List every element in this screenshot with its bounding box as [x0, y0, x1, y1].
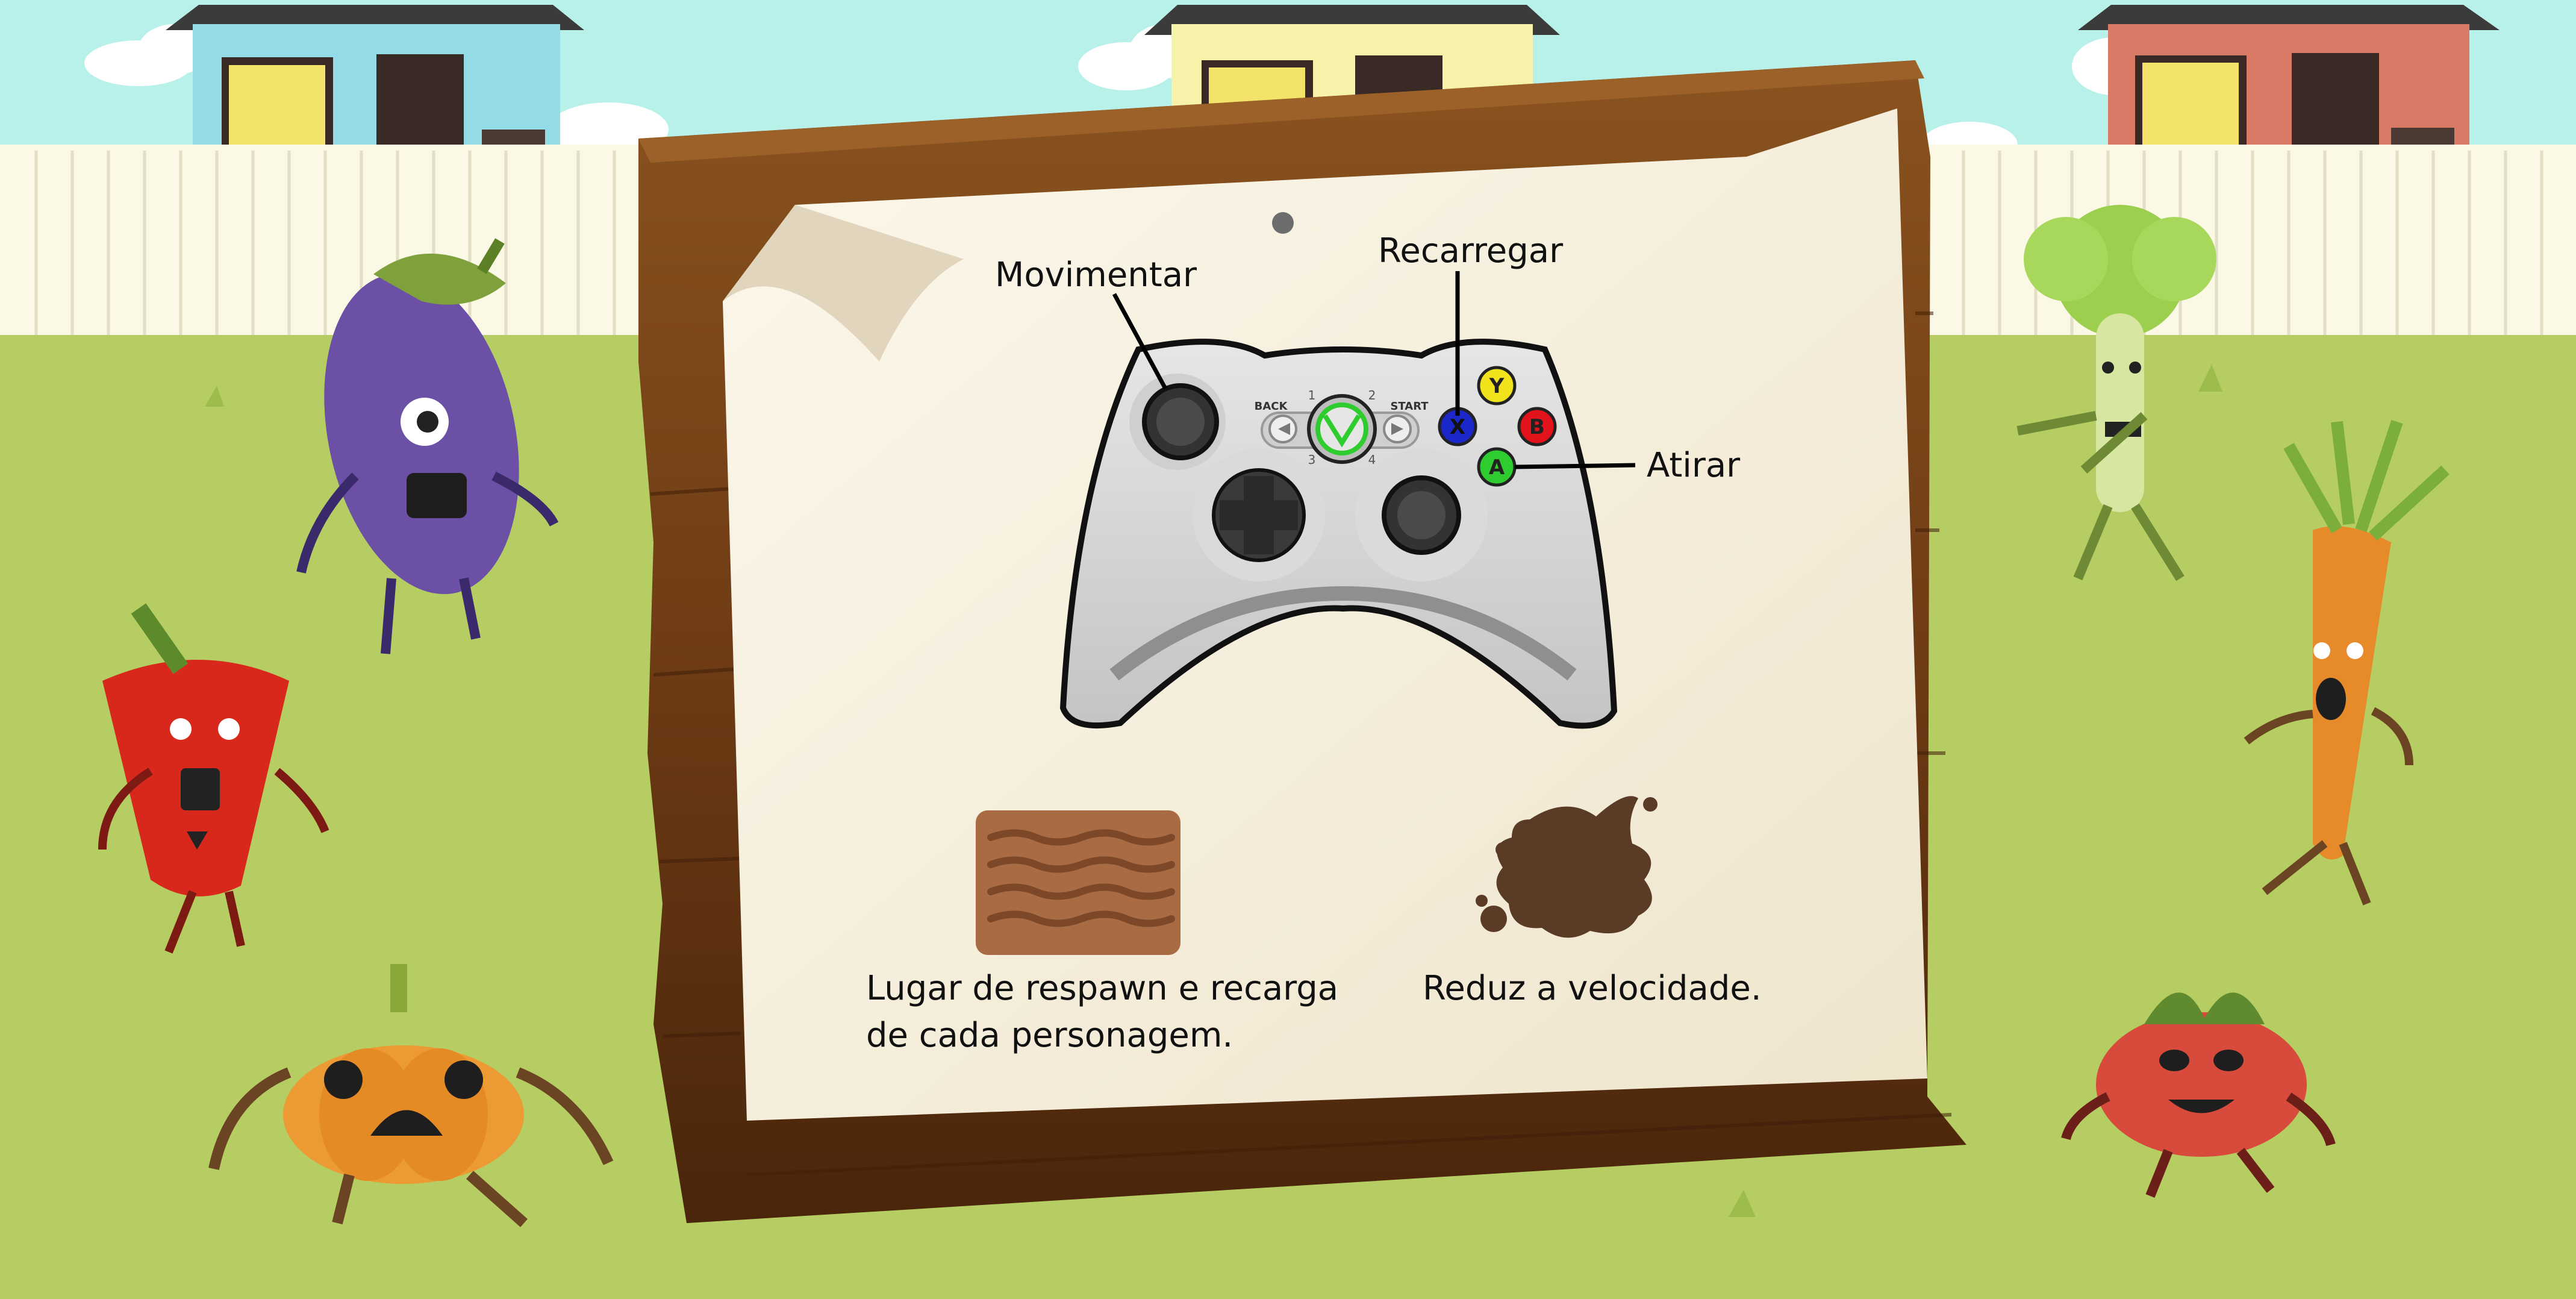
start-label: START [1390, 400, 1429, 413]
move-control-label: Movimentar [995, 255, 1197, 295]
player-3-indicator: 3 [1308, 452, 1316, 467]
button-a-label: A [1489, 455, 1505, 480]
reload-control-label: Recarregar [1378, 231, 1564, 271]
back-label: BACK [1255, 400, 1288, 413]
button-b-label: B [1529, 415, 1545, 439]
spawn-pad-icon [976, 810, 1180, 955]
mud-caption: Reduz a velocidade. [1423, 969, 1762, 1008]
player-2-indicator: 2 [1368, 388, 1376, 402]
shoot-control-label: Atirar [1647, 446, 1741, 485]
button-x-label: X [1450, 415, 1465, 439]
game-instructions-screen: Y B X A BACK START 1 2 3 4 Movimentar Re… [0, 0, 2576, 1299]
pin [1272, 212, 1294, 234]
button-y-label: Y [1489, 374, 1505, 398]
player-1-indicator: 1 [1308, 388, 1316, 402]
player-4-indicator: 4 [1368, 452, 1376, 467]
spawn-pad-caption: Lugar de respawn e recarga de cada perso… [866, 969, 1339, 1055]
scene-art: Y B X A BACK START 1 2 3 4 [0, 0, 2576, 1299]
